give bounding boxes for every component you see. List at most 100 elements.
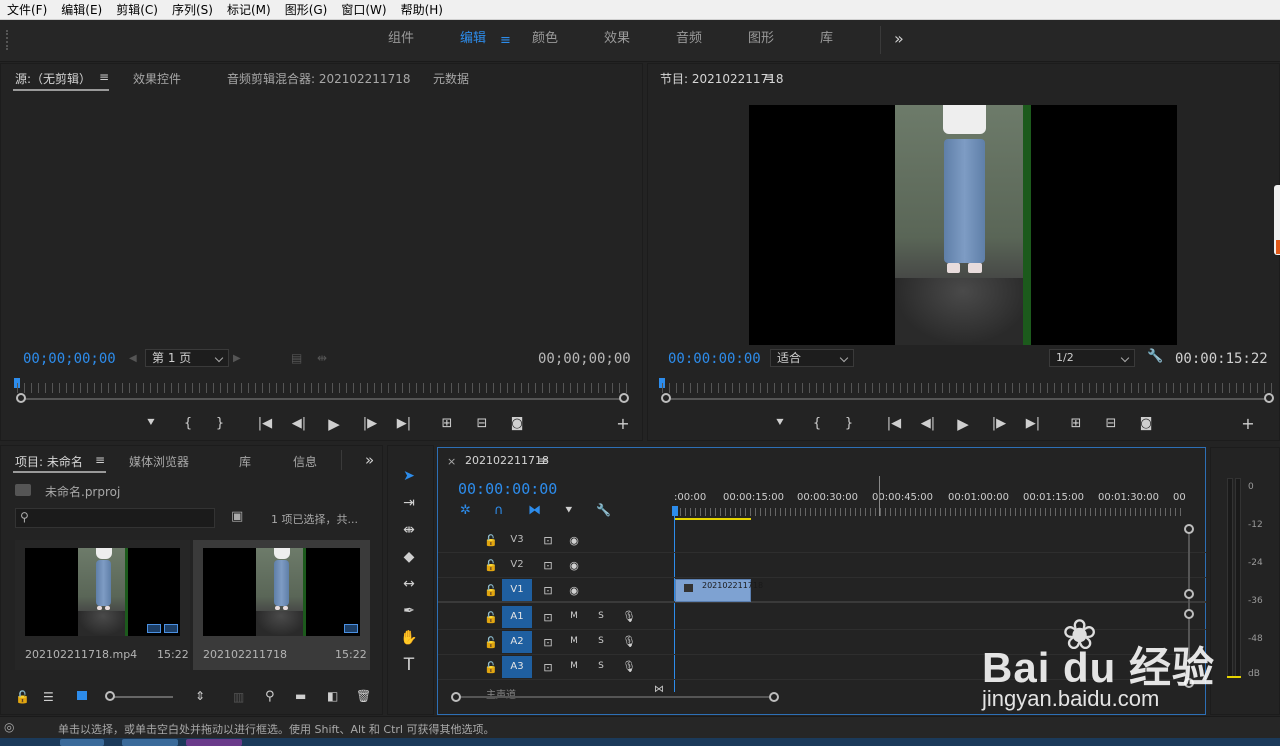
source-timecode-current[interactable]: 00;00;00;00 — [23, 351, 116, 367]
add-marker-icon[interactable]: ⯆ — [564, 503, 574, 518]
sort-icon[interactable]: ⇕ — [195, 689, 205, 703]
menu-window[interactable]: 窗口(W) — [334, 0, 393, 20]
program-mark-out-icon[interactable]: } — [839, 416, 859, 432]
menu-graphics[interactable]: 图形(G) — [278, 0, 335, 20]
program-video-frame[interactable] — [749, 105, 1177, 345]
linked-selection-icon[interactable]: ⧓ — [528, 503, 541, 518]
microphone-icon[interactable]: 🎙 — [622, 660, 636, 673]
thumbnail-size-slider[interactable] — [111, 696, 173, 698]
new-search-bin-icon[interactable]: ▣ — [231, 509, 243, 524]
program-goto-in-icon[interactable]: |◀ — [884, 416, 904, 432]
workspace-more-button[interactable]: » — [894, 20, 904, 58]
taskbar-button[interactable] — [122, 739, 178, 746]
workspace-effects[interactable]: 效果 — [604, 20, 630, 58]
track-sync-icon[interactable]: ⊡ — [541, 611, 555, 624]
track-label[interactable]: A3 — [502, 656, 532, 678]
thumbnail-size-knob[interactable] — [105, 691, 115, 701]
next-page-icon[interactable]: ▶ — [233, 353, 241, 364]
source-overwrite-icon[interactable]: ⊟ — [472, 416, 492, 432]
source-export-frame-icon[interactable]: ◙ — [507, 416, 527, 432]
hand-tool-icon[interactable]: ✋ — [396, 627, 422, 649]
workspace-color[interactable]: 颜色 — [532, 20, 558, 58]
source-ruler[interactable] — [17, 383, 629, 393]
source-goto-out-icon[interactable]: ▶| — [394, 416, 414, 432]
timeline-timecode[interactable]: 00:00:00:00 — [458, 480, 557, 498]
source-mark-in-icon[interactable]: { — [178, 416, 198, 432]
timeline-horizontal-scroll[interactable] — [460, 696, 774, 698]
timeline-hscroll-end[interactable] — [769, 692, 779, 702]
eye-icon[interactable]: ◉ — [567, 584, 581, 597]
source-zoom-end[interactable] — [619, 393, 629, 403]
menu-edit[interactable]: 编辑(E) — [54, 0, 109, 20]
timeline-settings-wrench-icon[interactable]: 🔧 — [596, 503, 611, 517]
project-item-card[interactable]: 202102211718.mp4 15:22 — [15, 540, 190, 670]
tab-effect-controls[interactable]: 效果控件 — [133, 70, 181, 87]
menu-markers[interactable]: 标记(M) — [220, 0, 278, 20]
project-more-tabs-button[interactable]: » — [365, 451, 374, 469]
track-label[interactable]: V3 — [502, 529, 532, 551]
eye-icon[interactable]: ◉ — [567, 559, 581, 572]
mute-button[interactable]: M — [567, 661, 581, 671]
workspace-menu-icon[interactable]: ≡ — [500, 33, 511, 48]
timeline-vscroll-mid-top[interactable] — [1184, 589, 1194, 599]
source-play-icon[interactable]: ▶ — [324, 416, 344, 432]
workspace-graphics[interactable]: 图形 — [748, 20, 774, 58]
source-insert-icon[interactable]: ⊞ — [437, 416, 457, 432]
track-lock-icon[interactable]: 🔓 — [484, 636, 498, 649]
icon-view-icon[interactable] — [77, 691, 87, 700]
program-play-icon[interactable]: ▶ — [953, 416, 973, 432]
program-step-back-icon[interactable]: ◀| — [918, 416, 938, 432]
track-select-tool-icon[interactable]: ⇥ — [396, 492, 422, 514]
track-a2[interactable]: 🔓 A2 ⊡ M S 🎙 — [438, 630, 1206, 655]
razor-tool-icon[interactable]: ◆ — [396, 546, 422, 568]
microphone-icon[interactable]: 🎙 — [622, 610, 636, 623]
timeline-sequence-tab[interactable]: 202102211718 — [465, 454, 549, 467]
new-bin-icon[interactable]: ▬ — [295, 689, 306, 703]
source-add-button-icon[interactable]: + — [613, 416, 633, 432]
program-zoom-bar[interactable] — [668, 398, 1266, 400]
source-mark-out-icon[interactable]: } — [210, 416, 230, 432]
mute-button[interactable]: M — [567, 636, 581, 646]
source-settings-icon[interactable]: ⇹ — [317, 351, 327, 365]
workspace-editing[interactable]: 编辑 — [460, 20, 486, 58]
taskbar-button[interactable] — [60, 739, 104, 746]
program-timecode-current[interactable]: 00:00:00:00 — [668, 351, 761, 367]
track-v3[interactable]: 🔓 V3 ⊡ ◉ — [438, 528, 1206, 553]
program-ruler[interactable] — [662, 383, 1272, 393]
eye-icon[interactable]: ◉ — [567, 534, 581, 547]
solo-button[interactable]: S — [594, 636, 608, 646]
ripple-edit-tool-icon[interactable]: ⇼ — [396, 519, 422, 541]
menu-sequence[interactable]: 序列(S) — [165, 0, 220, 20]
snap-magnet-icon[interactable]: ∩ — [494, 503, 504, 518]
program-settings-wrench-icon[interactable]: 🔧 — [1147, 349, 1163, 364]
timeline-menu-icon[interactable]: ≡ — [538, 454, 548, 468]
workspace-libraries[interactable]: 库 — [820, 20, 833, 58]
program-lift-icon[interactable]: ⊞ — [1066, 416, 1086, 432]
timeline-ruler[interactable] — [675, 508, 1185, 516]
tab-info[interactable]: 信息 — [293, 453, 317, 470]
program-export-frame-icon[interactable]: ◙ — [1136, 416, 1156, 432]
video-clip[interactable]: 202102211718 — [675, 579, 763, 602]
source-step-forward-icon[interactable]: |▶ — [360, 416, 380, 432]
timeline-hscroll-start[interactable] — [451, 692, 461, 702]
timeline-playhead-handle[interactable] — [672, 506, 678, 516]
track-sync-icon[interactable]: ⊡ — [541, 636, 555, 649]
track-a3[interactable]: 🔓 A3 ⊡ M S 🎙 — [438, 655, 1206, 680]
project-item-card[interactable]: 202102211718 15:22 — [193, 540, 370, 670]
program-menu-icon[interactable]: ≡ — [764, 70, 774, 84]
work-area-bar[interactable] — [675, 518, 751, 520]
track-a1[interactable]: 🔓 A1 ⊡ M S 🎙 — [438, 605, 1206, 630]
menu-help[interactable]: 帮助(H) — [394, 0, 450, 20]
source-zoom-start[interactable] — [16, 393, 26, 403]
source-menu-icon[interactable]: ≡ — [99, 70, 109, 84]
find-icon[interactable]: ⚲ — [265, 689, 275, 704]
automate-icon[interactable]: ▥ — [233, 690, 244, 704]
source-step-back-icon[interactable]: ◀| — [289, 416, 309, 432]
timeline-vscroll-bottom[interactable] — [1184, 678, 1194, 688]
timeline-vertical-scroll[interactable] — [1188, 530, 1190, 680]
menu-file[interactable]: 文件(F) — [0, 0, 54, 20]
source-page-select[interactable]: 第 1 页 — [145, 349, 229, 367]
track-lock-icon[interactable]: 🔓 — [484, 661, 498, 674]
program-extract-icon[interactable]: ⊟ — [1101, 416, 1121, 432]
lock-icon[interactable]: 🔓 — [15, 690, 30, 704]
